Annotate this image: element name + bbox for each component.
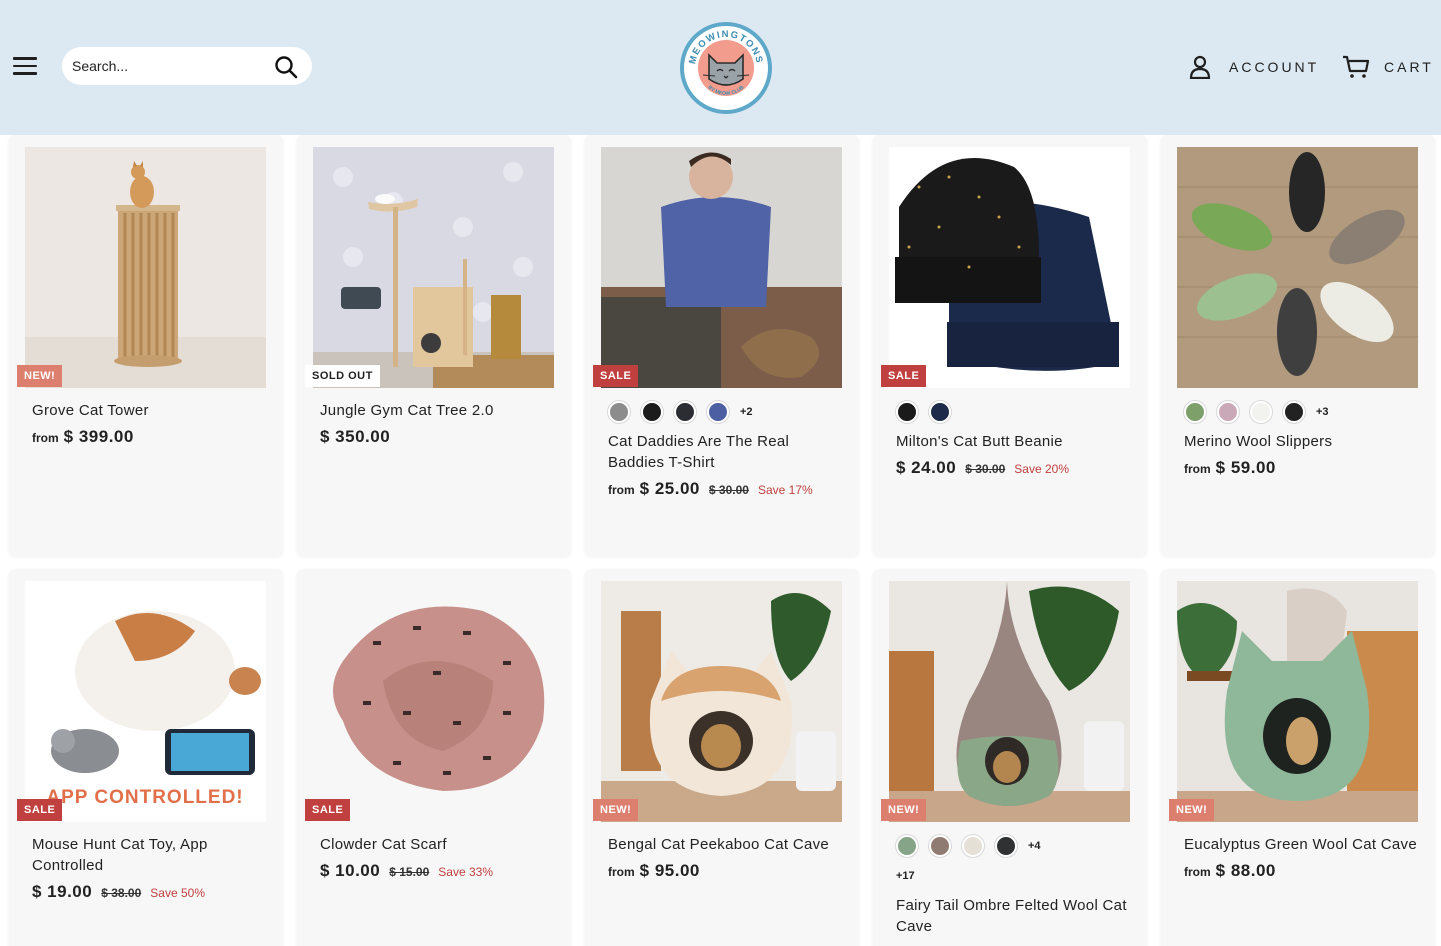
- product-image[interactable]: [313, 581, 554, 822]
- color-swatch[interactable]: [1217, 401, 1239, 423]
- status-badge: NEW!: [17, 365, 63, 387]
- product-image[interactable]: [25, 147, 266, 388]
- product-title[interactable]: Grove Cat Tower: [32, 400, 272, 421]
- menu-icon[interactable]: [13, 57, 37, 75]
- search-bar: [62, 47, 312, 85]
- product-price: $ 95.00: [639, 861, 700, 880]
- product-card[interactable]: NEW! Eucalyptus Green Wool Cat Cave from…: [1161, 569, 1435, 946]
- product-title[interactable]: Mouse Hunt Cat Toy, App Controlled: [32, 834, 272, 876]
- product-card[interactable]: SALE Milton's Cat Butt Beanie $ 24.00 $ 3…: [873, 135, 1147, 556]
- product-card[interactable]: NEW! Bengal Cat Peekaboo Cat Cave from $ …: [585, 569, 859, 946]
- color-swatch[interactable]: [641, 401, 663, 423]
- product-price: $ 24.00: [896, 458, 957, 477]
- color-swatch[interactable]: [929, 835, 951, 857]
- save-percent: Save 17%: [757, 483, 813, 497]
- color-swatches: +2: [608, 399, 848, 425]
- product-card[interactable]: SALE Clowder Cat Scarf $ 10.00 $ 15.00 Sav…: [297, 569, 571, 946]
- product-card[interactable]: +3 Merino Wool Slippers from $ 59.00: [1161, 135, 1435, 556]
- product-price: $ 59.00: [1215, 458, 1276, 477]
- color-swatch[interactable]: [674, 401, 696, 423]
- status-badge: NEW!: [1169, 799, 1215, 821]
- color-swatch[interactable]: [707, 401, 729, 423]
- product-price: $ 25.00: [639, 479, 700, 498]
- price-prefix: from: [1184, 462, 1211, 476]
- site-header: MEOWINGTONS BY MEOW CLUB ACCOUNT CART: [0, 0, 1441, 135]
- more-swatches-count[interactable]: +4: [1028, 840, 1041, 852]
- product-title[interactable]: Milton's Cat Butt Beanie: [896, 431, 1136, 452]
- account-label: ACCOUNT: [1229, 59, 1320, 75]
- product-grid: NEW! Grove Cat Tower from $ 399.00 SOLD …: [0, 135, 1441, 946]
- banner-text: APP CONTROLLED!: [46, 787, 243, 808]
- color-swatch[interactable]: [896, 835, 918, 857]
- color-swatch[interactable]: [896, 401, 918, 423]
- product-image[interactable]: [1177, 581, 1418, 822]
- meowingtons-logo[interactable]: MEOWINGTONS BY MEOW CLUB: [679, 21, 773, 115]
- product-title[interactable]: Eucalyptus Green Wool Cat Cave: [1184, 834, 1424, 855]
- product-image[interactable]: APP CONTROLLED!: [25, 581, 266, 822]
- compare-price: $ 38.00: [101, 886, 142, 900]
- product-image[interactable]: [889, 147, 1130, 388]
- more-swatches-count[interactable]: +2: [740, 406, 753, 418]
- compare-price: $ 15.00: [389, 865, 430, 879]
- product-price: $ 88.00: [1215, 861, 1276, 880]
- product-title[interactable]: Bengal Cat Peekaboo Cat Cave: [608, 834, 848, 855]
- product-image[interactable]: [1177, 147, 1418, 388]
- product-price: $ 350.00: [320, 427, 391, 446]
- product-title[interactable]: Fairy Tail Ombre Felted Wool Cat Cave: [896, 895, 1136, 937]
- account-link[interactable]: ACCOUNT: [1189, 54, 1319, 80]
- save-percent: Save 50%: [150, 886, 205, 900]
- product-card[interactable]: NEW! +4 +17 Fairy Tail Ombre Felted Wool…: [873, 569, 1147, 946]
- color-swatches: [896, 399, 1136, 425]
- status-badge: NEW!: [593, 799, 639, 821]
- search-input[interactable]: [62, 47, 262, 85]
- color-swatch[interactable]: [608, 401, 630, 423]
- product-card[interactable]: APP CONTROLLED! SALE Mouse Hunt Cat Toy,…: [9, 569, 283, 946]
- product-price: $ 19.00: [32, 882, 93, 901]
- product-price: $ 10.00: [320, 861, 381, 880]
- product-card[interactable]: NEW! Grove Cat Tower from $ 399.00: [9, 135, 283, 556]
- search-icon[interactable]: [274, 55, 298, 79]
- price-prefix: from: [32, 431, 59, 445]
- cart-link[interactable]: CART: [1342, 54, 1434, 80]
- status-badge: NEW!: [881, 799, 927, 821]
- status-badge: SALE: [881, 365, 927, 387]
- color-swatch[interactable]: [1250, 401, 1272, 423]
- product-title[interactable]: Jungle Gym Cat Tree 2.0: [320, 400, 560, 421]
- save-percent: Save 20%: [1014, 462, 1069, 476]
- color-swatches: +4: [896, 833, 1136, 859]
- color-swatch[interactable]: [1184, 401, 1206, 423]
- color-swatches: +3: [1184, 399, 1424, 425]
- compare-price: $ 30.00: [965, 462, 1006, 476]
- color-swatch[interactable]: [1283, 401, 1305, 423]
- status-badge: SALE: [17, 799, 63, 821]
- product-image[interactable]: [889, 581, 1130, 822]
- product-image[interactable]: [601, 581, 842, 822]
- status-badge: SOLD OUT: [305, 365, 380, 387]
- status-badge: SALE: [593, 365, 639, 387]
- user-icon: [1189, 55, 1211, 79]
- price-prefix: from: [608, 483, 635, 497]
- product-card[interactable]: SOLD OUT Jungle Gym Cat Tree 2.0 $ 350.0…: [297, 135, 571, 556]
- product-title[interactable]: Cat Daddies Are The Real Baddies T-Shirt: [608, 431, 848, 473]
- more-swatches-count[interactable]: +17: [896, 870, 915, 882]
- cart-label: CART: [1384, 59, 1434, 75]
- cart-icon: [1343, 55, 1370, 78]
- price-prefix: from: [608, 865, 635, 879]
- color-swatch[interactable]: [962, 835, 984, 857]
- product-card[interactable]: SALE +2 Cat Daddies Are The Real Baddies…: [585, 135, 859, 556]
- product-title[interactable]: Clowder Cat Scarf: [320, 834, 560, 855]
- color-swatch[interactable]: [995, 835, 1017, 857]
- product-image[interactable]: [601, 147, 842, 388]
- color-swatch[interactable]: [929, 401, 951, 423]
- more-swatches-count[interactable]: +3: [1316, 406, 1329, 418]
- price-prefix: from: [1184, 865, 1211, 879]
- product-title[interactable]: Merino Wool Slippers: [1184, 431, 1424, 452]
- product-image[interactable]: [313, 147, 554, 388]
- compare-price: $ 30.00: [708, 483, 749, 497]
- save-percent: Save 33%: [438, 865, 493, 879]
- status-badge: SALE: [305, 799, 351, 821]
- product-price: $ 399.00: [63, 427, 134, 446]
